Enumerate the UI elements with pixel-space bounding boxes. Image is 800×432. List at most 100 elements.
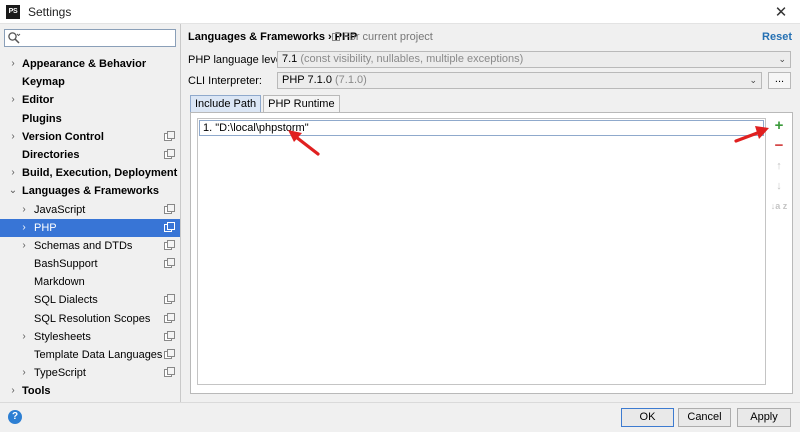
- sidebar-item-build-execution-deployment[interactable]: › Build, Execution, Deployment: [0, 164, 180, 182]
- chevron-right-icon[interactable]: ›: [8, 55, 18, 73]
- sidebar-item-label: Stylesheets: [34, 330, 91, 343]
- settings-search-field[interactable]: [4, 29, 176, 47]
- project-scope-icon: [164, 130, 175, 141]
- php-settings-panel: Languages & Frameworks › PHP For current p…: [182, 24, 800, 402]
- project-scope-icon: [164, 367, 175, 378]
- sidebar-item-label: Version Control: [22, 130, 104, 143]
- sidebar-item-label: JavaScript: [34, 203, 86, 216]
- sidebar-item-label: Editor: [22, 94, 54, 107]
- include-path-list[interactable]: 1. "D:\local\phpstorm": [197, 118, 766, 385]
- ok-button[interactable]: OK: [621, 408, 674, 427]
- cli-interpreter-browse-button[interactable]: ...: [768, 72, 791, 89]
- sidebar-item-label: Keymap: [22, 76, 65, 89]
- include-path-item[interactable]: 1. "D:\local\phpstorm": [199, 120, 764, 136]
- window-title: Settings: [28, 4, 72, 19]
- project-scope-note: For current project: [332, 31, 433, 43]
- sidebar-item-label: Plugins: [22, 112, 62, 125]
- chevron-down-icon: ⌄: [778, 54, 786, 64]
- apply-button[interactable]: Apply: [737, 408, 791, 427]
- php-language-level-combo[interactable]: 7.1 (const visibility, nullables, multip…: [277, 51, 791, 68]
- sidebar-item-javascript[interactable]: › JavaScript: [0, 201, 180, 219]
- sidebar-item-plugins[interactable]: Plugins: [0, 110, 180, 128]
- settings-tree: › Appearance & Behavior Keymap › Editor Plugi…: [0, 55, 180, 401]
- php-language-level-hint: (const visibility, nullables, multiple e…: [300, 53, 524, 65]
- annotation-arrow-add: [734, 126, 769, 143]
- chevron-right-icon[interactable]: ›: [19, 364, 29, 382]
- sidebar-item-label: PHP: [34, 221, 57, 234]
- sidebar-item-label: BashSupport: [34, 258, 98, 271]
- chevron-right-icon[interactable]: ›: [8, 91, 18, 109]
- sidebar-item-editor[interactable]: › Editor: [0, 91, 180, 109]
- chevron-right-icon[interactable]: ›: [19, 219, 29, 237]
- php-tabs: Include Path PHP Runtime: [190, 95, 342, 112]
- annotation-arrow-path: [288, 130, 320, 156]
- sidebar-item-markdown[interactable]: Markdown: [0, 273, 180, 291]
- cli-interpreter-combo[interactable]: PHP 7.1.0 (7.1.0) ⌄: [277, 72, 762, 89]
- title-bar: PS Settings ✕: [0, 0, 800, 24]
- chevron-right-icon[interactable]: ›: [8, 128, 18, 146]
- project-scope-icon: [164, 221, 175, 232]
- sidebar-item-label: Markdown: [34, 276, 85, 289]
- phpstorm-app-icon: PS: [6, 4, 20, 19]
- sidebar-item-label: Appearance & Behavior: [22, 58, 147, 70]
- project-scope-icon: [164, 349, 175, 359]
- project-scope-icon: [164, 312, 175, 323]
- help-icon[interactable]: ?: [8, 410, 22, 424]
- sidebar-item-label: Languages & Frameworks: [22, 185, 159, 198]
- chevron-right-icon[interactable]: ›: [8, 164, 18, 182]
- project-scope-icon: [332, 33, 340, 41]
- project-scope-icon: [164, 258, 175, 269]
- move-up-button[interactable]: ↑: [769, 156, 789, 176]
- remove-path-button[interactable]: −: [769, 136, 789, 156]
- project-scope-icon: [164, 148, 175, 159]
- include-path-panel: 1. "D:\local\phpstorm" + − ↑ ↓ ↓a z: [190, 112, 793, 394]
- cancel-button[interactable]: Cancel: [678, 408, 731, 427]
- sidebar-item-stylesheets[interactable]: › Stylesheets: [0, 328, 180, 346]
- php-language-level-label: PHP language level:: [188, 54, 288, 66]
- sidebar-item-sql-resolution-scopes[interactable]: SQL Resolution Scopes: [0, 310, 180, 328]
- cli-interpreter-value: PHP 7.1.0: [282, 74, 332, 86]
- sidebar-item-label: Build, Execution, Deployment: [22, 167, 178, 180]
- tab-include-path[interactable]: Include Path: [190, 95, 262, 112]
- project-scope-icon: [164, 330, 175, 341]
- chevron-right-icon[interactable]: ›: [19, 328, 29, 346]
- sidebar-item-bashsupport[interactable]: BashSupport: [0, 255, 180, 273]
- sidebar-item-languages-frameworks[interactable]: ⌄ Languages & Frameworks: [0, 182, 180, 200]
- cli-interpreter-label: CLI Interpreter:: [188, 75, 262, 87]
- sidebar-item-tools[interactable]: › Tools: [0, 382, 180, 400]
- scope-note-text: For current project: [343, 31, 433, 43]
- php-language-level-value: 7.1: [282, 53, 298, 65]
- sidebar-item-appearance-behavior[interactable]: › Appearance & Behavior: [0, 55, 180, 73]
- tab-php-runtime[interactable]: PHP Runtime: [263, 95, 340, 112]
- sidebar-item-directories[interactable]: Directories: [0, 146, 180, 164]
- add-path-button[interactable]: +: [769, 116, 789, 136]
- search-icon: [8, 32, 21, 44]
- sidebar-item-template-data-languages[interactable]: Template Data Languages: [0, 346, 180, 364]
- sidebar-item-label: Tools: [22, 385, 51, 398]
- sort-button[interactable]: ↓a z: [769, 196, 789, 216]
- move-down-button[interactable]: ↓: [769, 176, 789, 196]
- chevron-down-icon: ⌄: [749, 75, 757, 85]
- project-scope-icon: [164, 239, 175, 250]
- chevron-right-icon[interactable]: ›: [8, 382, 18, 400]
- sidebar-item-schemas-and-dtds[interactable]: › Schemas and DTDs: [0, 237, 180, 255]
- sidebar-item-version-control[interactable]: › Version Control: [0, 128, 180, 146]
- sidebar-item-typescript[interactable]: › TypeScript: [0, 364, 180, 382]
- sidebar-item-label: Schemas and DTDs: [34, 239, 133, 252]
- close-icon[interactable]: ✕: [772, 3, 790, 21]
- chevron-right-icon[interactable]: ›: [19, 201, 29, 219]
- sidebar-item-php[interactable]: › PHP: [0, 218, 180, 237]
- dialog-footer: ? OK Cancel Apply: [0, 402, 800, 432]
- search-input[interactable]: [23, 31, 173, 45]
- cli-interpreter-hint: (7.1.0): [335, 74, 367, 86]
- sidebar-item-keymap[interactable]: Keymap: [0, 73, 180, 91]
- sidebar-item-label: Directories: [22, 148, 80, 161]
- settings-sidebar: › Appearance & Behavior Keymap › Editor Plugi…: [0, 24, 181, 402]
- breadcrumb-parent: Languages & Frameworks: [188, 31, 325, 43]
- sidebar-item-label: SQL Resolution Scopes: [34, 312, 151, 325]
- chevron-down-icon[interactable]: ⌄: [8, 182, 18, 200]
- chevron-right-icon[interactable]: ›: [19, 237, 29, 255]
- sidebar-item-sql-dialects[interactable]: SQL Dialects: [0, 291, 180, 309]
- sidebar-item-label: SQL Dialects: [34, 294, 98, 307]
- reset-link[interactable]: Reset: [762, 31, 792, 43]
